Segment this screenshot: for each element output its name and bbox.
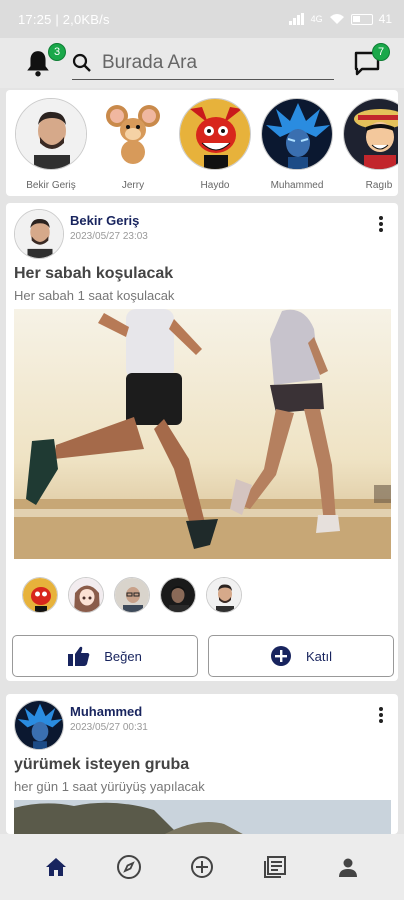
search-icon bbox=[72, 53, 91, 72]
post-description: her gün 1 saat yürüyüş yapılacak bbox=[14, 779, 205, 794]
battery-icon bbox=[350, 13, 373, 25]
join-button[interactable]: Katıl bbox=[208, 635, 394, 677]
avatar-man-dark-icon bbox=[161, 578, 195, 612]
post-title: yürümek isteyen gruba bbox=[14, 756, 190, 773]
post-author-avatar[interactable] bbox=[14, 209, 64, 259]
post-author-name[interactable]: Bekir Geriş bbox=[70, 213, 139, 228]
post-card: Bekir Geriş 2023/05/27 23:03 Her sabah k… bbox=[6, 203, 398, 681]
like-button[interactable]: Beğen bbox=[12, 635, 198, 677]
avatar-blue-anime-icon bbox=[262, 99, 332, 169]
avatar-red-cartoon-icon bbox=[180, 99, 250, 169]
avatar-mouse-cartoon-icon bbox=[97, 98, 169, 170]
nav-explore[interactable] bbox=[109, 847, 149, 887]
story-name: Jerry bbox=[121, 180, 145, 191]
story-item[interactable]: Ragıb bbox=[342, 98, 398, 196]
avatar-pirate-anime-icon bbox=[344, 99, 398, 169]
search-bar[interactable] bbox=[72, 46, 334, 80]
avatar-blue-anime-icon bbox=[15, 701, 63, 749]
home-icon bbox=[46, 858, 67, 876]
story-avatar bbox=[343, 98, 398, 170]
participants-row bbox=[22, 577, 242, 613]
story-item[interactable]: Muhammed bbox=[260, 98, 334, 196]
post-card: Muhammed 2023/05/27 00:31 yürümek isteye… bbox=[6, 694, 398, 834]
network-label: 4G bbox=[310, 14, 323, 24]
messages-button[interactable]: 7 bbox=[352, 43, 390, 78]
story-item[interactable]: Jerry bbox=[96, 98, 170, 196]
participant-avatar[interactable] bbox=[22, 577, 58, 613]
status-bar: 17:25 | 2,0KB/s 4G 41 bbox=[0, 0, 404, 38]
signal-icon bbox=[288, 13, 304, 25]
nav-create[interactable] bbox=[182, 847, 222, 887]
like-label: Beğen bbox=[104, 648, 142, 664]
add-circle-icon bbox=[190, 856, 213, 878]
participant-avatar[interactable] bbox=[206, 577, 242, 613]
thumbs-up-icon bbox=[68, 646, 90, 666]
story-name: Bekir Geriş bbox=[26, 180, 76, 191]
post-date: 2023/05/27 00:31 bbox=[70, 722, 148, 733]
more-options-icon[interactable] bbox=[378, 215, 384, 233]
wifi-icon bbox=[329, 14, 344, 24]
post-image[interactable] bbox=[14, 800, 391, 834]
post-author-avatar[interactable] bbox=[14, 700, 64, 750]
feed-icon bbox=[263, 856, 286, 878]
status-time-speed: 17:25 | 2,0KB/s bbox=[18, 11, 110, 27]
story-avatar bbox=[15, 98, 87, 170]
story-item[interactable]: Bekir Geriş bbox=[14, 98, 88, 196]
notifications-button[interactable]: 3 bbox=[24, 43, 66, 78]
nav-profile[interactable] bbox=[328, 847, 368, 887]
avatar-man-icon bbox=[207, 578, 241, 612]
nav-feed[interactable] bbox=[255, 847, 295, 887]
avatar-man-with-glasses-icon bbox=[115, 578, 149, 612]
runners-photo bbox=[14, 309, 391, 559]
bottom-navigation bbox=[0, 834, 404, 900]
avatar-man-icon bbox=[16, 99, 86, 169]
compass-icon bbox=[117, 855, 142, 879]
post-image[interactable] bbox=[14, 309, 391, 559]
trees-photo bbox=[14, 800, 391, 834]
post-description: Her sabah 1 saat koşulacak bbox=[14, 288, 175, 303]
post-date: 2023/05/27 23:03 bbox=[70, 231, 148, 242]
join-label: Katıl bbox=[305, 648, 332, 664]
post-author-name[interactable]: Muhammed bbox=[70, 704, 142, 719]
message-count-badge: 7 bbox=[372, 43, 390, 61]
story-name: Haydo bbox=[200, 180, 230, 191]
add-circle-icon bbox=[270, 646, 291, 666]
notification-count-badge: 3 bbox=[48, 43, 66, 61]
participant-avatar[interactable] bbox=[160, 577, 196, 613]
story-avatar bbox=[97, 98, 169, 170]
participant-avatar[interactable] bbox=[68, 577, 104, 613]
top-app-bar: 3 7 bbox=[0, 38, 404, 88]
post-header: Muhammed 2023/05/27 00:31 bbox=[6, 694, 398, 754]
nav-home[interactable] bbox=[36, 847, 76, 887]
story-name: Ragıb bbox=[365, 180, 393, 191]
profile-icon bbox=[338, 858, 357, 877]
post-title: Her sabah koşulacak bbox=[14, 265, 174, 282]
status-icons: 4G 41 bbox=[288, 12, 392, 26]
avatar-red-cartoon-icon bbox=[23, 578, 57, 612]
more-options-icon[interactable] bbox=[378, 706, 384, 724]
avatar-anime-girl-icon bbox=[69, 578, 103, 612]
story-avatar bbox=[179, 98, 251, 170]
stories-row: Bekir Geriş Jerry Haydo Muhammed Ragıb bbox=[6, 90, 398, 196]
story-name: Muhammed bbox=[270, 180, 324, 191]
participant-avatar[interactable] bbox=[114, 577, 150, 613]
story-item[interactable]: Haydo bbox=[178, 98, 252, 196]
story-avatar bbox=[261, 98, 333, 170]
battery-level: 41 bbox=[378, 12, 392, 26]
search-input[interactable] bbox=[102, 51, 322, 74]
post-header: Bekir Geriş 2023/05/27 23:03 bbox=[6, 203, 398, 263]
avatar-man-icon bbox=[15, 210, 63, 258]
